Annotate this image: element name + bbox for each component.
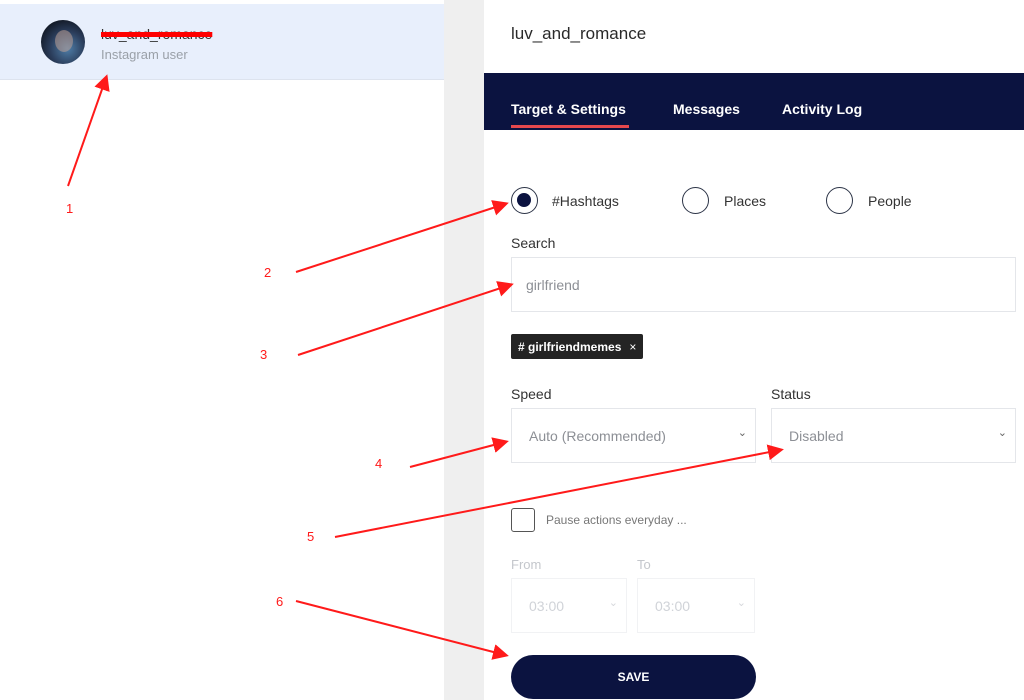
tab-activity-log[interactable]: Activity Log — [782, 101, 862, 117]
tab-target-settings[interactable]: Target & Settings — [511, 101, 626, 117]
status-select-value: Disabled — [789, 428, 844, 444]
radio-people-label: People — [868, 193, 912, 209]
radio-places-label: Places — [724, 193, 767, 209]
annotation-label-6: 6 — [276, 594, 284, 609]
pause-checkbox[interactable] — [511, 508, 535, 532]
tab-messages[interactable]: Messages — [673, 101, 740, 117]
annotation-label-4: 4 — [375, 456, 383, 471]
annotation-label-1: 1 — [66, 201, 74, 216]
speed-label: Speed — [511, 386, 552, 402]
save-button[interactable]: SAVE — [511, 655, 756, 699]
hashtag-chip: # girlfriendmemes × — [511, 334, 644, 359]
account-list-panel: luv_and_romance Instagram user — [0, 0, 444, 700]
hashtag-chip-label: # girlfriendmemes — [518, 339, 622, 354]
tab-bar: Target & Settings Messages Activity Log — [484, 73, 1024, 130]
settings-panel: luv_and_romance Target & Settings Messag… — [484, 0, 1024, 700]
radio-hashtags-label: #Hashtags — [552, 193, 619, 209]
account-row[interactable]: luv_and_romance Instagram user — [0, 4, 444, 80]
radio-hashtags[interactable] — [511, 187, 538, 214]
close-icon[interactable]: × — [629, 340, 636, 354]
radio-people[interactable] — [826, 187, 853, 214]
chevron-down-icon: ⌄ — [737, 427, 747, 439]
chevron-down-icon: ⌄ — [736, 597, 746, 609]
annotation-label-2: 2 — [264, 265, 272, 280]
account-subtitle: Instagram user — [101, 47, 188, 62]
to-time-value: 03:00 — [655, 598, 691, 614]
from-label: From — [511, 557, 542, 572]
radio-places[interactable] — [682, 187, 709, 214]
search-label: Search — [511, 235, 556, 251]
from-time-select[interactable]: 03:00 ⌄ — [511, 578, 627, 633]
page-title: luv_and_romance — [511, 24, 647, 43]
chevron-down-icon: ⌄ — [997, 427, 1007, 439]
speed-select[interactable]: Auto (Recommended) ⌄ — [511, 408, 756, 463]
search-input[interactable] — [511, 257, 1016, 312]
pause-checkbox-label: Pause actions everyday ... — [546, 513, 687, 527]
status-label: Status — [771, 386, 811, 402]
account-name: luv_and_romance — [101, 26, 213, 42]
from-time-value: 03:00 — [529, 598, 565, 614]
active-tab-indicator — [511, 125, 629, 128]
avatar — [41, 20, 85, 64]
status-select[interactable]: Disabled ⌄ — [771, 408, 1016, 463]
speed-select-value: Auto (Recommended) — [529, 428, 666, 444]
annotation-label-3: 3 — [260, 347, 268, 362]
annotation-label-5: 5 — [307, 529, 315, 544]
to-time-select[interactable]: 03:00 ⌄ — [637, 578, 755, 633]
chevron-down-icon: ⌄ — [608, 597, 618, 609]
to-label: To — [637, 557, 651, 572]
